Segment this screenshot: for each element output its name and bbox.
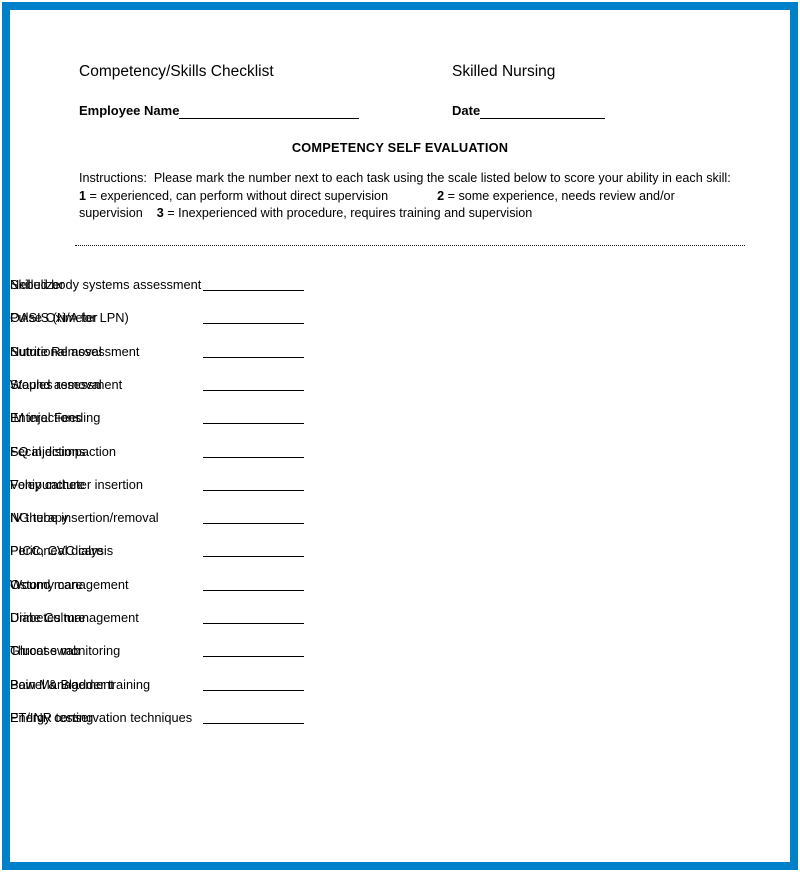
skill-label: Bowel & Bladder training [10,676,151,692]
skill-score-input[interactable] [203,523,256,525]
form-sheet: Competency/Skills Checklist Skilled Nurs… [10,10,790,862]
skill-label: SQ injections [10,443,86,459]
page-title: Competency/Skills Checklist [79,63,274,80]
scale-1-number: 1 [79,188,87,203]
skill-row: IM injections [10,409,790,431]
skill-score-input[interactable] [203,623,256,624]
employee-name-input[interactable] [179,103,360,119]
skill-label: IM injections [10,410,82,426]
skill-label: Nebulizer [10,277,65,292]
skill-row: PT/INR testing [10,709,790,731]
skill-label: IV therapy [10,510,69,526]
skill-score-input[interactable] [203,722,256,724]
skill-row: Staples removal [10,376,790,398]
skill-score-input[interactable] [203,656,256,658]
skill-label: Venipuncture [10,476,85,492]
instructions-block: Instructions: Please mark the number nex… [79,170,739,223]
skill-row: SQ injections [10,443,790,465]
skill-score-input[interactable] [203,556,256,558]
skill-score-input[interactable] [203,356,256,358]
skill-label: Throat swab [10,643,81,659]
employee-name-label: Employee Name [79,103,180,118]
skill-row: Urine Culture [10,609,790,631]
skill-label: PT/INR testing [10,709,94,725]
skill-label: Suture Removal [10,343,102,359]
skill-score-input[interactable] [203,489,256,491]
skill-label: Urine Culture [10,610,86,625]
skill-row: Bowel & Bladder training [10,676,790,698]
skill-score-input[interactable] [203,689,256,691]
skill-row: IV therapy [10,509,790,531]
skill-label: PICC, CVC care [10,543,104,559]
skill-score-input[interactable] [203,389,256,391]
scale-3-number: 3 [156,206,164,220]
skill-row: Suture Removal [10,343,790,365]
skill-score-input[interactable] [203,323,256,325]
skill-score-input[interactable] [203,290,256,291]
skill-row: PICC, CVC care [10,542,790,564]
skill-label: Pulse Oximeter [10,310,98,326]
skill-label: Ostomy care [10,576,83,592]
skill-label: Staples removal [10,376,102,392]
skill-score-input[interactable] [203,589,256,591]
skill-row: Ostomy care [10,576,790,598]
instructions-line-1: Instructions: Please mark the number nex… [79,171,731,185]
scale-gap [388,189,437,203]
skill-score-input[interactable] [203,456,256,458]
page-root: Competency/Skills Checklist Skilled Nurs… [0,0,800,872]
scale-gap-2 [143,206,157,220]
date-input[interactable] [480,103,606,119]
skill-row: Nebulizer [10,276,790,298]
skill-row: Venipuncture [10,476,790,498]
date-field-group: Date [452,102,606,119]
employee-name-field-group: Employee Name [79,102,360,119]
skill-row: Pulse Oximeter [10,309,790,331]
discipline-title: Skilled Nursing [452,63,556,80]
date-label: Date [452,103,481,118]
section-divider [75,245,745,246]
scale-1-text: = experienced, can perform without direc… [86,188,389,203]
skill-score-input[interactable] [203,423,256,425]
skill-row: Throat swab [10,642,790,664]
scale-3-text: = Inexperienced with procedure, requires… [163,206,533,220]
section-heading: COMPETENCY SELF EVALUATION [291,140,509,155]
